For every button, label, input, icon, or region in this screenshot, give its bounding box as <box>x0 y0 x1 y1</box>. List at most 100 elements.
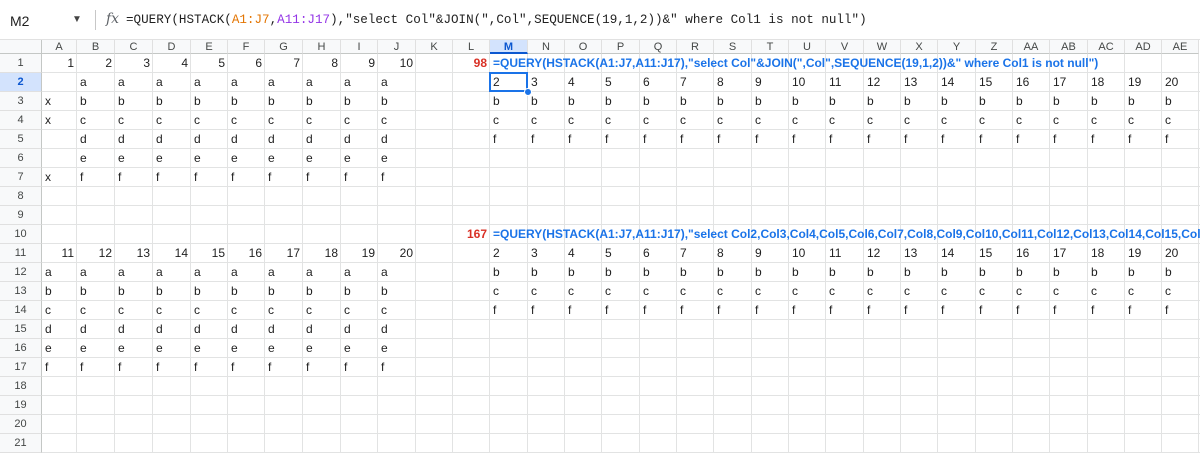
column-header-y[interactable]: Y <box>938 40 976 54</box>
text-cell[interactable]: e <box>228 149 265 168</box>
text-cell[interactable]: e <box>153 339 191 358</box>
text-cell[interactable]: b <box>303 282 341 301</box>
text-cell[interactable]: f <box>341 358 378 377</box>
text-cell[interactable]: e <box>115 339 153 358</box>
result-header-cell[interactable]: 5 <box>602 244 640 263</box>
text-cell[interactable]: b <box>378 92 416 111</box>
result-header-cell[interactable]: 3 <box>528 73 565 92</box>
result-cell[interactable]: b <box>677 263 714 282</box>
result-cell[interactable]: b <box>677 92 714 111</box>
text-cell[interactable]: d <box>153 320 191 339</box>
result-cell[interactable]: c <box>490 111 528 130</box>
result-cell[interactable]: f <box>901 301 938 320</box>
result-cell[interactable]: c <box>826 111 864 130</box>
text-cell[interactable]: a <box>191 73 228 92</box>
row-header-7[interactable]: 7 <box>0 168 42 187</box>
result-cell[interactable]: b <box>1162 92 1199 111</box>
column-header-g[interactable]: G <box>265 40 303 54</box>
result-cell[interactable]: b <box>1050 263 1088 282</box>
result-cell[interactable]: c <box>565 282 602 301</box>
number-cell[interactable]: 8 <box>303 54 341 73</box>
result-header-cell[interactable]: 12 <box>864 244 901 263</box>
text-cell[interactable]: a <box>42 263 77 282</box>
text-cell[interactable]: d <box>303 130 341 149</box>
text-cell[interactable]: f <box>228 168 265 187</box>
text-cell[interactable]: d <box>341 320 378 339</box>
result-cell[interactable]: f <box>864 301 901 320</box>
result-cell[interactable]: c <box>1050 111 1088 130</box>
text-cell[interactable]: b <box>115 92 153 111</box>
text-cell[interactable]: a <box>77 263 115 282</box>
text-cell[interactable]: a <box>153 263 191 282</box>
result-cell[interactable]: f <box>490 130 528 149</box>
column-header-ac[interactable]: AC <box>1088 40 1125 54</box>
result-cell[interactable]: c <box>901 282 938 301</box>
result-header-cell[interactable]: 11 <box>826 73 864 92</box>
row-header-16[interactable]: 16 <box>0 339 42 358</box>
result-cell[interactable]: c <box>789 111 826 130</box>
text-cell[interactable]: d <box>115 130 153 149</box>
result-cell[interactable]: b <box>1013 92 1050 111</box>
result-cell[interactable]: b <box>640 263 677 282</box>
result-cell[interactable]: c <box>677 111 714 130</box>
text-cell[interactable]: c <box>265 301 303 320</box>
number-cell[interactable]: 6 <box>228 54 265 73</box>
column-header-d[interactable]: D <box>153 40 191 54</box>
row-header-20[interactable]: 20 <box>0 415 42 434</box>
result-cell[interactable]: f <box>976 301 1013 320</box>
result-cell[interactable]: b <box>901 92 938 111</box>
number-cell[interactable]: 3 <box>115 54 153 73</box>
result-cell[interactable]: b <box>490 92 528 111</box>
result-cell[interactable]: f <box>826 130 864 149</box>
text-cell[interactable]: d <box>191 130 228 149</box>
result-header-cell[interactable]: 15 <box>976 73 1013 92</box>
column-header-p[interactable]: P <box>602 40 640 54</box>
result-cell[interactable]: c <box>938 111 976 130</box>
result-cell[interactable]: f <box>826 301 864 320</box>
text-cell[interactable]: c <box>115 301 153 320</box>
text-cell[interactable]: b <box>228 282 265 301</box>
number-cell[interactable]: 20 <box>378 244 416 263</box>
column-header-q[interactable]: Q <box>640 40 677 54</box>
character-count-cell[interactable]: 98 <box>453 54 490 73</box>
text-cell[interactable]: c <box>378 301 416 320</box>
text-cell[interactable]: b <box>265 92 303 111</box>
result-cell[interactable]: c <box>1125 111 1162 130</box>
text-cell[interactable]: c <box>303 301 341 320</box>
result-header-cell[interactable]: 6 <box>640 244 677 263</box>
text-cell[interactable]: e <box>42 339 77 358</box>
column-header-ae[interactable]: AE <box>1162 40 1199 54</box>
result-header-cell[interactable]: 7 <box>677 244 714 263</box>
row-header-8[interactable]: 8 <box>0 187 42 206</box>
result-header-cell[interactable]: 7 <box>677 73 714 92</box>
result-cell[interactable]: c <box>864 282 901 301</box>
result-cell[interactable]: b <box>1125 92 1162 111</box>
result-cell[interactable]: f <box>789 301 826 320</box>
result-cell[interactable]: c <box>864 111 901 130</box>
select-all-corner[interactable] <box>0 40 42 54</box>
text-cell[interactable]: f <box>378 168 416 187</box>
result-cell[interactable]: f <box>602 301 640 320</box>
column-header-v[interactable]: V <box>826 40 864 54</box>
result-cell[interactable]: b <box>752 92 789 111</box>
formula-text-cell[interactable]: =QUERY(HSTACK(A1:J7,A11:J17),"select Col… <box>490 54 1200 73</box>
text-cell[interactable]: a <box>265 73 303 92</box>
text-cell[interactable]: a <box>228 73 265 92</box>
result-header-cell[interactable]: 9 <box>752 73 789 92</box>
number-cell[interactable]: 15 <box>191 244 228 263</box>
result-cell[interactable]: c <box>602 111 640 130</box>
text-cell[interactable]: f <box>77 358 115 377</box>
column-header-x[interactable]: X <box>901 40 938 54</box>
result-header-cell[interactable]: 18 <box>1088 73 1125 92</box>
number-cell[interactable]: 10 <box>378 54 416 73</box>
result-cell[interactable]: f <box>901 130 938 149</box>
result-cell[interactable]: b <box>789 92 826 111</box>
result-cell[interactable]: b <box>1088 92 1125 111</box>
row-header-5[interactable]: 5 <box>0 130 42 149</box>
result-cell[interactable]: c <box>901 111 938 130</box>
result-cell[interactable]: c <box>714 282 752 301</box>
result-cell[interactable]: c <box>602 282 640 301</box>
text-cell[interactable]: c <box>77 301 115 320</box>
text-cell[interactable]: a <box>378 73 416 92</box>
text-cell[interactable]: a <box>378 263 416 282</box>
